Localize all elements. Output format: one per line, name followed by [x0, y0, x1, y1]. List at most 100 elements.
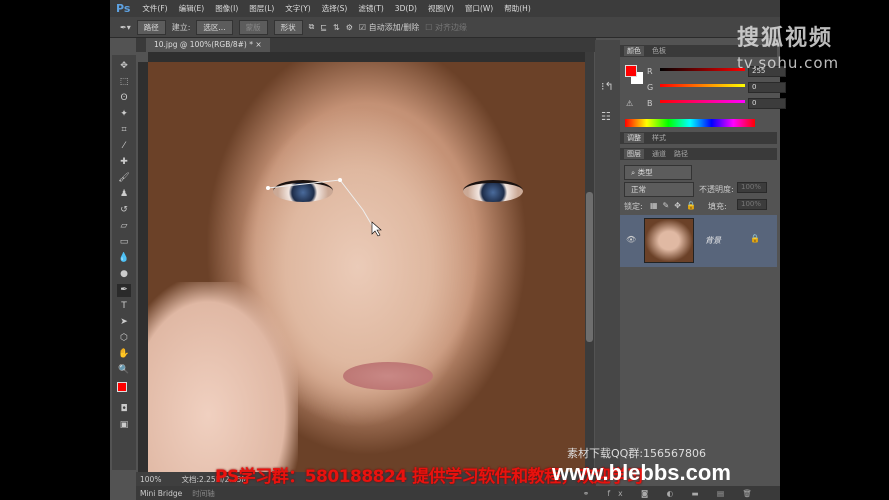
vertical-scrollbar[interactable]: [585, 52, 594, 472]
gear-icon[interactable]: ⚙: [346, 23, 353, 32]
eye-icon[interactable]: 👁: [626, 235, 636, 244]
filter-label: 类型: [637, 168, 653, 177]
menu-edit[interactable]: 编辑(E): [179, 3, 205, 14]
g-value[interactable]: 0: [748, 82, 786, 93]
tab-swatches[interactable]: 色板: [652, 46, 666, 56]
photoshop-window: Ps 文件(F) 编辑(E) 图像(I) 图层(L) 文字(Y) 选择(S) 滤…: [110, 0, 786, 500]
collapsed-panels-strip: ⁝↰ ☷: [595, 40, 620, 470]
menu-select[interactable]: 选择(S): [322, 3, 348, 14]
quick-mask-icon[interactable]: ◘: [117, 403, 131, 416]
g-slider[interactable]: [660, 84, 745, 87]
layer-row[interactable]: 👁 背景 🔒: [620, 215, 777, 267]
menu-help[interactable]: 帮助(H): [504, 3, 531, 14]
close-icon[interactable]: ×: [255, 40, 261, 49]
tab-styles[interactable]: 样式: [652, 133, 666, 143]
tab-layers[interactable]: 图层: [624, 149, 644, 159]
menu-layer[interactable]: 图层(L): [249, 3, 274, 14]
align-edges-checkbox[interactable]: ☐ 对齐边缘: [425, 22, 467, 33]
stamp-tool-icon[interactable]: ♟: [117, 188, 131, 201]
adjustments-panel-header: 调整 样式: [620, 132, 777, 144]
gamut-warning-icon[interactable]: ⚠: [626, 99, 633, 108]
tab-timeline[interactable]: 时间轴: [192, 488, 215, 499]
menu-window[interactable]: 窗口(W): [465, 3, 493, 14]
website-watermark: www.blebbs.com: [552, 460, 731, 485]
color-swatches[interactable]: [117, 380, 132, 400]
fill-label: 填充:: [708, 202, 727, 211]
healing-tool-icon[interactable]: ✚: [117, 156, 131, 169]
tab-paths[interactable]: 路径: [674, 149, 688, 159]
menu-type[interactable]: 文字(Y): [285, 3, 310, 14]
mask-button[interactable]: 蒙版: [238, 19, 268, 35]
screen-mode-icon[interactable]: ▣: [117, 419, 131, 432]
type-tool-icon[interactable]: T: [117, 300, 131, 313]
path-alignment-icon[interactable]: ⊑: [320, 23, 327, 32]
document-tab-label: 10.jpg @ 100%(RGB/8#) *: [154, 40, 253, 49]
pen-tool-icon[interactable]: ✒: [117, 284, 131, 297]
history-brush-icon[interactable]: ↺: [117, 204, 131, 217]
layer-name[interactable]: 背景: [705, 235, 721, 246]
selection-button[interactable]: 选区...: [196, 19, 233, 35]
blur-tool-icon[interactable]: 💧: [117, 252, 131, 265]
b-slider[interactable]: [660, 100, 745, 103]
eraser-tool-icon[interactable]: ▱: [117, 220, 131, 233]
foreground-color[interactable]: [117, 382, 127, 392]
document-tab[interactable]: 10.jpg @ 100%(RGB/8#) * ×: [146, 38, 270, 52]
layers-panel-header: 图层 通道 路径: [620, 148, 777, 160]
foreground-color[interactable]: [625, 65, 637, 77]
lock-icons[interactable]: ▦✎✥🔒: [650, 201, 701, 210]
lock-label: 锁定:: [624, 202, 643, 211]
shape-tool-icon[interactable]: ⬡: [117, 332, 131, 345]
r-slider[interactable]: [660, 68, 745, 71]
color-spectrum[interactable]: [625, 119, 755, 127]
brush-tool-icon[interactable]: 🖌: [117, 172, 131, 185]
shape-button[interactable]: 形状: [273, 19, 303, 35]
hand-tool-icon[interactable]: ✋: [117, 348, 131, 361]
menu-3d[interactable]: 3D(D): [395, 4, 417, 13]
crop-tool-icon[interactable]: ⌗: [117, 124, 131, 137]
layer-thumbnail: [644, 218, 694, 263]
blend-mode-select[interactable]: 正常: [624, 182, 694, 197]
align-edges-label: 对齐边缘: [435, 22, 468, 32]
menu-bar: Ps 文件(F) 编辑(E) 图像(I) 图层(L) 文字(Y) 选择(S) 滤…: [110, 0, 780, 17]
tools-panel: ✥ ⬚ ʘ ✦ ⌗ ⁄ ✚ 🖌 ♟ ↺ ▱ ▭ 💧 ● ✒ T ➤ ⬡ ✋ 🔍 …: [112, 55, 136, 470]
tab-color[interactable]: 颜色: [624, 46, 644, 56]
path-select-tool-icon[interactable]: ➤: [117, 316, 131, 329]
scrollbar-thumb[interactable]: [586, 192, 593, 342]
options-bar: ✒▾ 路径 建立: 选区... 蒙版 形状 ⧉ ⊑ ⇅ ⚙ ☑ 自动添加/删除 …: [110, 17, 780, 38]
tab-channels[interactable]: 通道: [652, 149, 666, 159]
menu-view[interactable]: 视图(V): [428, 3, 454, 14]
pen-tool-icon[interactable]: ✒▾: [120, 23, 131, 32]
b-value[interactable]: 0: [748, 98, 786, 109]
r-label: R: [647, 67, 653, 76]
quick-select-tool-icon[interactable]: ✦: [117, 108, 131, 121]
eyedropper-tool-icon[interactable]: ⁄: [117, 140, 131, 153]
layer-filter-select[interactable]: ⌕ 类型: [624, 165, 692, 180]
pen-path: [266, 178, 382, 237]
history-icon[interactable]: ⁝↰: [601, 80, 614, 93]
auto-add-delete-checkbox[interactable]: ☑ 自动添加/删除: [359, 22, 419, 33]
path-operations-icon[interactable]: ⧉: [309, 22, 315, 32]
g-label: G: [647, 83, 654, 92]
menu-image[interactable]: 图像(I): [215, 3, 238, 14]
path-arrangement-icon[interactable]: ⇅: [333, 23, 340, 32]
move-tool-icon[interactable]: ✥: [117, 60, 131, 73]
properties-icon[interactable]: ☷: [601, 110, 611, 123]
fill-input[interactable]: 100%: [737, 199, 767, 210]
lasso-tool-icon[interactable]: ʘ: [117, 92, 131, 105]
marquee-tool-icon[interactable]: ⬚: [117, 76, 131, 89]
layer-actions-icons[interactable]: ⚭ fx ◙ ◐ ▬ ▤ 🗑: [583, 489, 760, 498]
tab-adjustments[interactable]: 调整: [624, 133, 644, 143]
tab-mini-bridge[interactable]: Mini Bridge: [140, 489, 182, 498]
mode-select[interactable]: 路径: [136, 19, 166, 35]
gradient-tool-icon[interactable]: ▭: [117, 236, 131, 249]
vertical-ruler: [138, 62, 148, 472]
opacity-input[interactable]: 100%: [737, 182, 767, 193]
dodge-tool-icon[interactable]: ●: [117, 268, 131, 281]
menu-file[interactable]: 文件(F): [142, 3, 167, 14]
image-canvas[interactable]: [148, 62, 585, 472]
document-tab-bar: 10.jpg @ 100%(RGB/8#) * ×: [136, 38, 596, 52]
opacity-label: 不透明度:: [699, 185, 734, 194]
zoom-level[interactable]: 100%: [140, 475, 161, 484]
zoom-tool-icon[interactable]: 🔍: [117, 364, 131, 377]
menu-filter[interactable]: 滤镜(T): [358, 3, 383, 14]
